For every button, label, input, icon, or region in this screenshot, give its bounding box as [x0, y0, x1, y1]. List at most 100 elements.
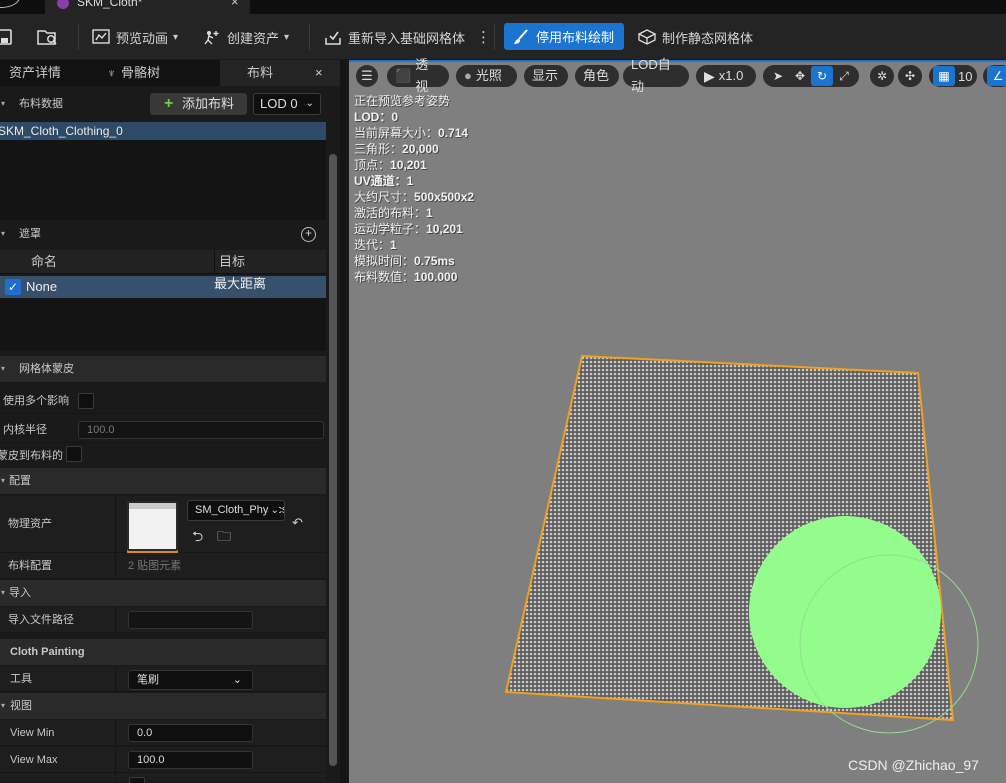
stat-value: 10,201: [390, 158, 427, 172]
move-icon[interactable]: ✥: [789, 66, 811, 86]
collapse-arrow-icon: ▾: [1, 364, 6, 373]
preview-animation-label: 预览动画: [116, 30, 169, 46]
save-button[interactable]: [0, 25, 12, 49]
config-header[interactable]: ▾ 配置: [0, 468, 326, 494]
panel-scrollbar[interactable]: [329, 154, 337, 766]
cloth-list-item[interactable]: SKM_Cloth_Clothing_0: [0, 122, 326, 140]
cloth-painting-title: Cloth Painting: [10, 646, 85, 658]
rotate-icon[interactable]: ↻: [811, 66, 833, 86]
add-mask-button[interactable]: +: [301, 227, 316, 242]
mask-name: None: [26, 279, 58, 294]
tab-skeleton-tree[interactable]: ♆ 骨骼树: [107, 60, 160, 86]
view-min-label: View Min: [10, 727, 55, 739]
play-icon: ▶: [704, 68, 715, 84]
import-header[interactable]: ▾ 导入: [0, 580, 326, 606]
tool-label: 工具: [10, 673, 32, 685]
column-divider: [115, 607, 116, 632]
collapse-arrow-icon: ▾: [1, 229, 6, 238]
view-max-field[interactable]: 100.0: [128, 751, 253, 769]
mask-enabled-checkbox[interactable]: ✓: [5, 279, 21, 295]
stat-value: 1: [426, 206, 433, 220]
play-rate-button[interactable]: ▶ x1.0: [696, 65, 756, 87]
reimport-base-mesh-button[interactable]: 重新导入基础网格体: [324, 25, 465, 49]
lod-select[interactable]: LOD 0 ⌄: [253, 93, 321, 115]
viewport-menu-button[interactable]: ☰: [356, 65, 378, 87]
character-button[interactable]: 角色: [575, 65, 619, 87]
stat-line: 布料数值：100.000: [354, 269, 474, 285]
create-asset-button[interactable]: 创建资产 ▾: [203, 25, 289, 49]
stat-value: 20,000: [402, 142, 439, 156]
lit-button[interactable]: ● 光照: [456, 65, 517, 87]
reimport-icon: [325, 31, 341, 45]
stat-label: 运动学粒子：: [354, 222, 427, 236]
mask-target: 最大距离: [214, 276, 267, 291]
make-static-mesh-button[interactable]: 制作静态网格体: [638, 25, 753, 49]
skin-to-cloth-label: 蒙皮到布料的: [0, 450, 63, 462]
chevron-down-icon: ⌄: [232, 674, 242, 686]
cloth-config-value: 2 贴图元素: [128, 560, 182, 572]
tool-select[interactable]: 笔刷 ⌄: [128, 670, 253, 690]
property-view-min: View Min 0.0: [0, 720, 326, 746]
next-checkbox[interactable]: [129, 777, 145, 783]
plus-icon: +: [164, 95, 174, 112]
grid-snap-icon[interactable]: ▦: [933, 66, 955, 86]
masks-header[interactable]: ▾ 遮罩: [0, 221, 326, 247]
skin-to-cloth-checkbox[interactable]: [66, 446, 82, 462]
stat-value: 100.000: [414, 270, 458, 284]
angle-snap-icon[interactable]: ∠: [987, 66, 1006, 86]
multi-influence-checkbox[interactable]: [78, 393, 94, 409]
panel-tab-strip: 资产详情 ♆ 骨骼树 布料 ×: [0, 60, 340, 86]
scale-icon[interactable]: ⤢: [833, 66, 855, 86]
use-selected-icon[interactable]: ⮌: [192, 526, 203, 550]
property-tool: 工具 笔刷 ⌄: [0, 666, 326, 692]
add-cloth-button[interactable]: + 添加布料: [150, 93, 247, 115]
column-target[interactable]: 目标: [219, 250, 245, 274]
select-arrow-icon[interactable]: ➤: [767, 66, 789, 86]
deactivate-cloth-paint-button[interactable]: 停用布料绘制: [504, 23, 625, 50]
more-options-button[interactable]: ⋮: [476, 25, 491, 49]
lod-auto-button[interactable]: LOD自动: [623, 57, 689, 94]
property-kernel-radius: 内核半径 100.0: [0, 417, 326, 443]
stat-label: UV通道：: [354, 174, 407, 188]
physics-asset-picker[interactable]: SM_Cloth_PhysicsAsset ⌄: [187, 500, 285, 521]
viewport[interactable]: ☰ ⬛ 透视 ● 光照 显示 角色 LOD自动 ▶ x1.0 ➤ ✥ ↻ ⤢ ✲…: [346, 57, 1006, 783]
preview-animation-button[interactable]: 预览动画 ▾: [92, 25, 178, 49]
collapse-arrow-icon: ▾: [1, 588, 6, 597]
mesh-skin-header[interactable]: ▾ 网格体蒙皮: [0, 356, 326, 382]
view-min-field[interactable]: 0.0: [128, 724, 253, 742]
multi-influence-label: 使用多个影响: [3, 395, 69, 407]
mesh-skin-title: 网格体蒙皮: [19, 363, 74, 375]
cloth-painting-header[interactable]: Cloth Painting: [0, 639, 326, 665]
deactivate-cloth-paint-label: 停用布料绘制: [536, 30, 615, 45]
view-header[interactable]: ▾ 视图: [0, 693, 326, 719]
close-icon[interactable]: ×: [231, 0, 239, 9]
document-tab[interactable]: SKM_Cloth* ×: [45, 0, 250, 14]
physics-asset-thumbnail[interactable]: [127, 501, 178, 551]
column-divider: [214, 250, 215, 274]
more-vertical-icon: ⋮: [476, 29, 491, 46]
perspective-button[interactable]: ⬛ 透视: [387, 57, 449, 94]
stat-line: 顶点：10,201: [354, 157, 474, 173]
browse-folder-icon[interactable]: 🗀: [217, 526, 231, 550]
stat-label: 迭代：: [354, 238, 391, 252]
toolbar-divider: [494, 24, 495, 50]
engine-logo: [0, 0, 20, 8]
stat-line: 当前屏幕大小：0.714: [354, 125, 474, 141]
kernel-radius-field[interactable]: 100.0: [78, 421, 324, 439]
close-icon[interactable]: ×: [315, 60, 323, 86]
browse-button[interactable]: [37, 25, 59, 49]
show-button[interactable]: 显示: [524, 65, 568, 87]
stat-label: 三角形：: [354, 142, 403, 156]
preview-animation-icon: [92, 29, 110, 44]
grid-snap-value[interactable]: 10: [958, 69, 972, 84]
reset-to-default-icon[interactable]: ↶: [292, 515, 303, 531]
transform-tools-group: ➤ ✥ ↻ ⤢: [763, 65, 859, 87]
column-name[interactable]: 命名: [31, 250, 57, 274]
tab-asset-details[interactable]: 资产详情: [9, 60, 61, 86]
surface-snap-button[interactable]: ✣: [898, 65, 922, 87]
create-asset-icon: [204, 31, 219, 45]
collapse-arrow-icon: ▾: [1, 476, 6, 485]
table-row[interactable]: ✓ None 最大距离: [0, 276, 326, 298]
lod-auto-label: LOD自动: [631, 57, 671, 94]
camera-speed-button[interactable]: ✲: [870, 65, 894, 87]
